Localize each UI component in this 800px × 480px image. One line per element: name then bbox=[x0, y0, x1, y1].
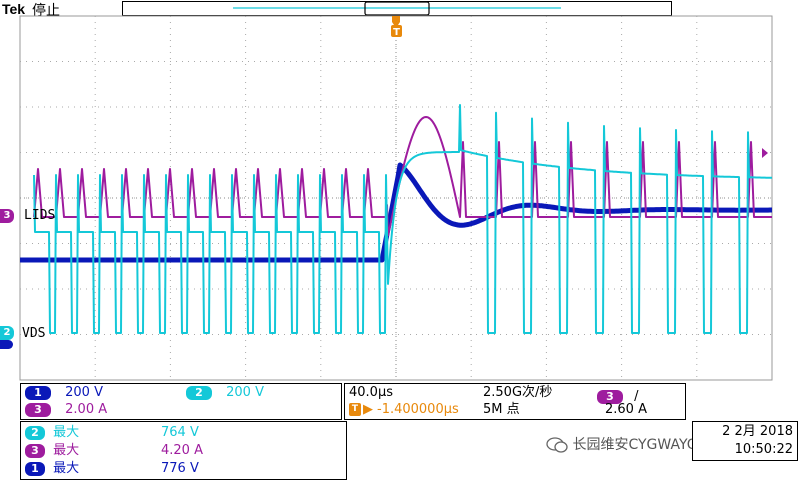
trigger-level-marker bbox=[762, 148, 768, 158]
measurements-panel: 2 最大 764 V 3 最大 4.20 A 1 最大 776 V bbox=[20, 421, 347, 480]
wechat-icon bbox=[546, 437, 568, 453]
timebase-panel[interactable]: 40.0µs 2.50G次/秒 3 / T ▶ -1.400000µs 5M 点… bbox=[344, 383, 686, 420]
time: 10:50:22 bbox=[734, 442, 793, 457]
ch2-trace bbox=[33, 104, 772, 334]
trigger-position-arrow-icon: ▶ bbox=[363, 402, 373, 417]
measurement-name: 最大 bbox=[53, 443, 80, 458]
ch2-label: VDS bbox=[22, 326, 46, 341]
measurement-row[interactable]: 2 最大 bbox=[25, 424, 79, 441]
channel-settings-panel: 1 200 V 2 200 V 3 2.00 A bbox=[20, 383, 342, 420]
trigger-position-icon: T bbox=[349, 403, 361, 416]
measurement-row[interactable]: 3 最大 bbox=[25, 442, 79, 459]
date: 2 2月 2018 bbox=[722, 424, 793, 439]
ch3-scale: 2.00 A bbox=[65, 402, 108, 417]
ch2-ground-marker[interactable]: 2 bbox=[0, 326, 14, 340]
ch1-badge: 1 bbox=[25, 386, 51, 400]
ch1-settings[interactable]: 1 200 V bbox=[25, 384, 103, 401]
trigger-marker-letter: T bbox=[393, 27, 400, 38]
ch1-ground-marker[interactable] bbox=[0, 340, 13, 349]
measurement-value: 764 V bbox=[161, 425, 199, 440]
watermark: 长园维安CYGWAYON bbox=[546, 434, 708, 454]
watermark-text: 长园维安CYGWAYON bbox=[572, 437, 709, 453]
measurement-channel-badge: 1 bbox=[25, 462, 45, 476]
measurement-value: 4.20 A bbox=[161, 443, 203, 458]
measurement-value: 776 V bbox=[161, 461, 199, 476]
measurement-row[interactable]: 1 最大 bbox=[25, 460, 79, 477]
ch3-ground-marker[interactable]: 3 bbox=[0, 209, 14, 223]
ch2-settings[interactable]: 2 200 V bbox=[186, 384, 264, 401]
time-per-division: 40.0µs bbox=[349, 385, 393, 400]
trigger-position-value: -1.400000µs bbox=[377, 402, 459, 417]
ch2-scale: 200 V bbox=[226, 385, 264, 400]
trigger-position-marker[interactable]: T bbox=[391, 16, 402, 38]
measurement-name: 最大 bbox=[53, 425, 80, 440]
ch1-scale: 200 V bbox=[65, 385, 103, 400]
trigger-level: 2.60 A bbox=[605, 402, 647, 417]
ch3-label: LIDS bbox=[24, 208, 56, 223]
measurement-channel-badge: 3 bbox=[25, 444, 45, 458]
sample-rate: 2.50G次/秒 bbox=[483, 385, 553, 400]
ch3-badge: 3 bbox=[25, 403, 51, 417]
ch2-badge: 2 bbox=[186, 386, 212, 400]
measurement-channel-badge: 2 bbox=[25, 426, 45, 440]
ch3-settings[interactable]: 3 2.00 A bbox=[25, 401, 107, 418]
record-length: 5M 点 bbox=[483, 402, 520, 417]
datetime-panel: 2 2月 2018 10:50:22 bbox=[692, 421, 798, 461]
measurement-name: 最大 bbox=[53, 461, 80, 476]
